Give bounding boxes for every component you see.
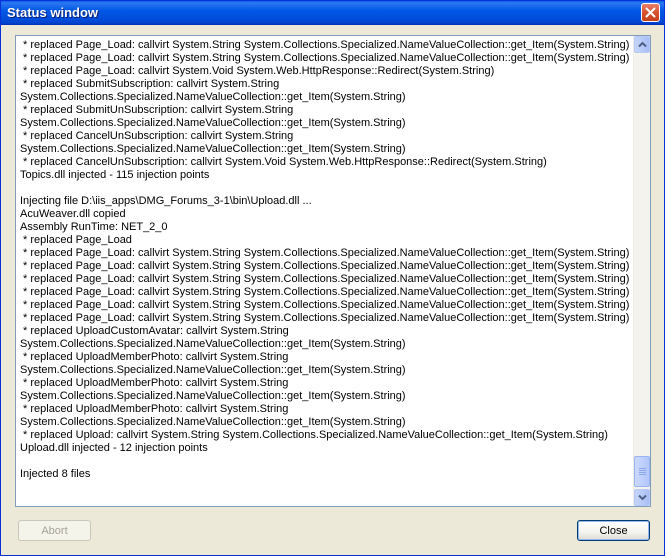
dialog-body: * replaced Page_Load: callvirt System.St… — [4, 25, 661, 554]
scroll-thumb[interactable] — [634, 456, 650, 487]
status-window: Status window * replaced Page_Load: call… — [0, 0, 665, 556]
thumb-grip — [639, 472, 646, 473]
log-line: * replaced SubmitSubscription: callvirt … — [20, 78, 280, 90]
log-line: System.Collections.Specialized.NameValue… — [20, 117, 406, 129]
title-bar[interactable]: Status window — [1, 1, 664, 25]
log-line: Upload.dll injected - 12 injection point… — [20, 442, 208, 454]
window-close-button[interactable] — [641, 3, 660, 22]
log-line: * replaced Page_Load: callvirt System.St… — [20, 247, 630, 259]
log-line: * replaced UploadMemberPhoto: callvirt S… — [20, 377, 289, 389]
abort-button[interactable]: Abort — [18, 520, 91, 541]
log-line: * replaced Page_Load: callvirt System.St… — [20, 260, 630, 272]
close-button[interactable]: Close — [577, 520, 650, 541]
chevron-up-icon — [638, 41, 647, 48]
log-line: * replaced Page_Load: callvirt System.St… — [20, 312, 630, 324]
status-log[interactable]: * replaced Page_Load: callvirt System.St… — [15, 35, 651, 507]
log-line: * replaced CancelUnSubscription: callvir… — [20, 156, 547, 168]
thumb-grip — [639, 474, 646, 475]
log-line: System.Collections.Specialized.NameValue… — [20, 338, 406, 350]
log-line: Topics.dll injected - 115 injection poin… — [20, 169, 210, 181]
log-line: AcuWeaver.dll copied — [20, 208, 126, 220]
log-line: System.Collections.Specialized.NameValue… — [20, 91, 406, 103]
scroll-up-button[interactable] — [634, 36, 650, 53]
close-icon — [645, 7, 656, 18]
log-line: System.Collections.Specialized.NameValue… — [20, 364, 406, 376]
log-line: * replaced CancelUnSubscription: callvir… — [20, 130, 294, 142]
log-line: Injected 8 files — [20, 468, 91, 480]
log-line: * replaced UploadCustomAvatar: callvirt … — [20, 325, 289, 337]
vertical-scrollbar[interactable] — [633, 36, 650, 506]
log-line: * replaced UploadMemberPhoto: callvirt S… — [20, 403, 289, 415]
log-line: Assembly RunTime: NET_2_0 — [20, 221, 168, 233]
log-line: System.Collections.Specialized.NameValue… — [20, 143, 406, 155]
log-line: Injecting file D:\iis_apps\DMG_Forums_3-… — [20, 195, 312, 207]
log-line: * replaced SubmitUnSubscription: callvir… — [20, 104, 294, 116]
log-line: * replaced UploadMemberPhoto: callvirt S… — [20, 351, 289, 363]
log-line: System.Collections.Specialized.NameValue… — [20, 416, 406, 428]
log-line: * replaced Page_Load: callvirt System.St… — [20, 273, 630, 285]
thumb-grip — [639, 470, 646, 471]
log-line: * replaced Page_Load: callvirt System.St… — [20, 299, 630, 311]
log-line: * replaced Page_Load: callvirt System.St… — [20, 286, 630, 298]
window-title: Status window — [7, 5, 98, 20]
thumb-grip — [639, 468, 646, 469]
scroll-down-button[interactable] — [634, 489, 650, 506]
log-line: * replaced Page_Load: callvirt System.St… — [20, 39, 630, 51]
log-line: * replaced Upload: callvirt System.Strin… — [20, 429, 608, 441]
chevron-down-icon — [638, 494, 647, 501]
log-text: * replaced Page_Load: callvirt System.St… — [20, 39, 630, 503]
log-line: System.Collections.Specialized.NameValue… — [20, 390, 406, 402]
log-line: * replaced Page_Load — [20, 234, 132, 246]
log-line: * replaced Page_Load: callvirt System.St… — [20, 52, 630, 64]
log-line: * replaced Page_Load: callvirt System.Vo… — [20, 65, 495, 77]
